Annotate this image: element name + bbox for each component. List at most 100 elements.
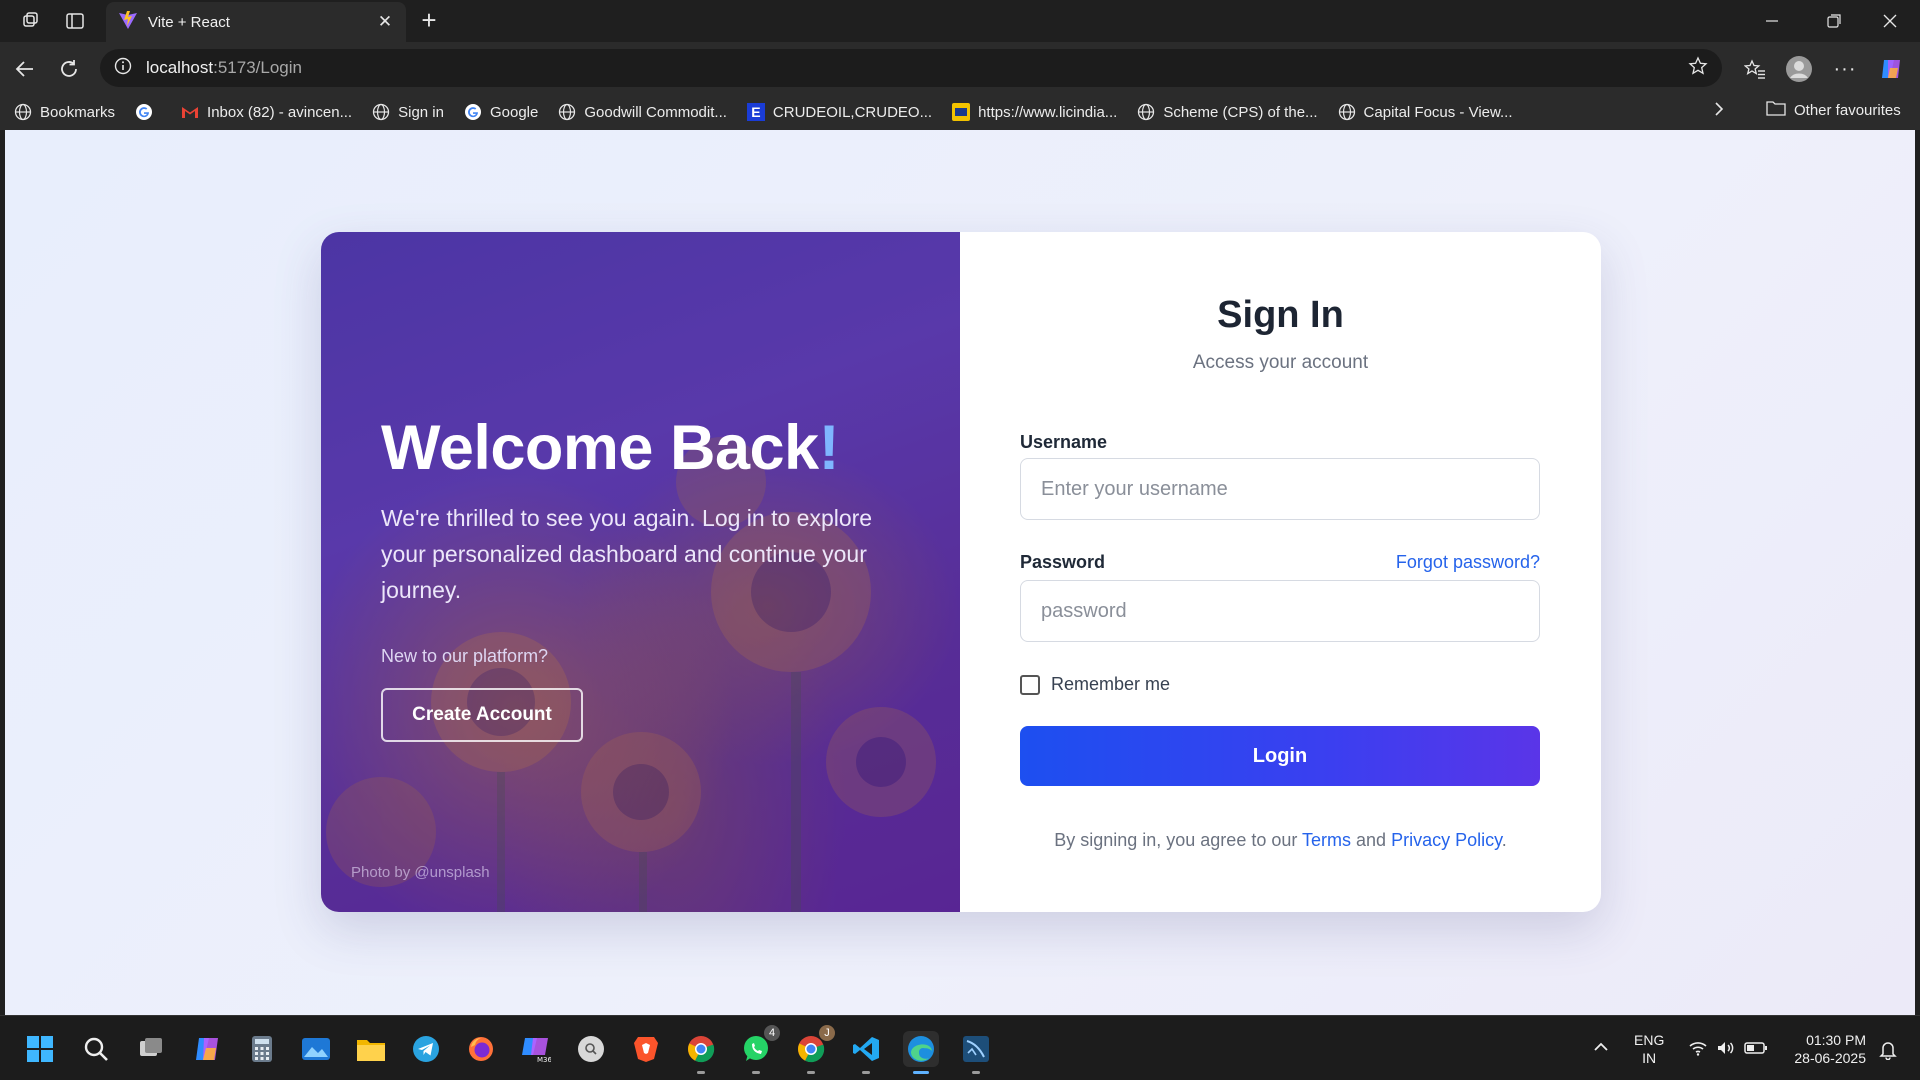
back-icon[interactable] bbox=[8, 52, 42, 86]
globe-icon bbox=[1338, 103, 1356, 121]
bookmark-bookmarks[interactable]: Bookmarks bbox=[14, 103, 115, 121]
browser-titlebar: Vite + React ✕ + bbox=[0, 0, 1920, 42]
vertical-tabs-icon[interactable] bbox=[62, 8, 88, 34]
remember-me-checkbox[interactable] bbox=[1020, 674, 1040, 695]
username-input[interactable] bbox=[1020, 458, 1540, 520]
login-button[interactable]: Login bbox=[1020, 726, 1540, 786]
bookmark-label: Sign in bbox=[398, 103, 444, 121]
photos-icon[interactable] bbox=[298, 1031, 334, 1067]
start-icon[interactable] bbox=[22, 1031, 58, 1067]
running-indicator bbox=[862, 1071, 870, 1074]
username-label: Username bbox=[1020, 432, 1108, 452]
privacy-policy-link[interactable]: Privacy Policy bbox=[1391, 830, 1502, 850]
profile-avatar-icon[interactable] bbox=[1782, 52, 1816, 86]
gmail-icon bbox=[181, 103, 199, 121]
bookmark-crudeoil[interactable]: E CRUDEOIL,CRUDEO... bbox=[746, 103, 933, 121]
browser-toolbar: localhost:5173/Login ··· bbox=[0, 42, 1920, 94]
file-explorer-icon[interactable] bbox=[353, 1031, 389, 1067]
forgot-password-link[interactable]: Forgot password? bbox=[1396, 552, 1540, 573]
m365-icon[interactable]: M365 bbox=[518, 1031, 554, 1067]
bookmark-label: Bookmarks bbox=[40, 103, 116, 121]
more-options-icon[interactable]: ··· bbox=[1828, 52, 1862, 86]
bookmark-label: CRUDEOIL,CRUDEO... bbox=[772, 103, 933, 121]
chevron-up-icon[interactable] bbox=[1592, 1040, 1610, 1059]
vscode-icon[interactable] bbox=[848, 1031, 884, 1074]
terms-notice: By signing in, you agree to our Terms an… bbox=[960, 830, 1601, 851]
bookmark-gmail-inbox[interactable]: Inbox (82) - avincen... bbox=[181, 103, 352, 121]
volume-icon[interactable] bbox=[1716, 1040, 1736, 1061]
hero-description: We're thrilled to see you again. Log in … bbox=[381, 505, 873, 603]
bookmark-label: https://www.licindia... bbox=[978, 103, 1118, 121]
task-view-icon[interactable] bbox=[134, 1031, 170, 1067]
search-app-icon[interactable] bbox=[573, 1031, 609, 1067]
url-path: :5173/Login bbox=[213, 58, 302, 77]
terms-link[interactable]: Terms bbox=[1302, 830, 1351, 850]
terms-prefix: By signing in, you agree to our bbox=[1054, 830, 1303, 850]
telegram-icon[interactable] bbox=[408, 1031, 444, 1067]
notification-icon[interactable] bbox=[1878, 1040, 1898, 1065]
new-tab-button[interactable]: + bbox=[414, 6, 444, 36]
chevron-right-icon[interactable] bbox=[1712, 100, 1726, 123]
battery-icon[interactable] bbox=[1744, 1040, 1768, 1061]
search-icon[interactable] bbox=[78, 1031, 114, 1067]
clock[interactable]: 01:30 PM 28-06-2025 bbox=[1786, 1031, 1866, 1067]
svg-text:M365: M365 bbox=[537, 1056, 551, 1063]
language-indicator[interactable]: ENG IN bbox=[1634, 1031, 1664, 1067]
running-indicator bbox=[697, 1071, 705, 1074]
bookmark-sign-in[interactable]: Sign in bbox=[372, 103, 444, 121]
copilot-icon[interactable] bbox=[1874, 52, 1908, 86]
hero-title: Welcome Back! bbox=[381, 413, 840, 483]
address-bar[interactable]: localhost:5173/Login bbox=[100, 49, 1722, 87]
bookmark-label: Goodwill Commodit... bbox=[584, 103, 727, 121]
password-input[interactable] bbox=[1020, 580, 1540, 642]
bookmarks-bar: Bookmarks Inbox (82) - avincen... Sign i… bbox=[0, 94, 1920, 130]
bookmark-capital-focus[interactable]: Capital Focus - View... bbox=[1338, 103, 1513, 121]
windows-taskbar: M365 4 J bbox=[0, 1015, 1920, 1080]
bookmark-google-shortcut[interactable] bbox=[135, 103, 161, 121]
workspaces-icon[interactable] bbox=[18, 8, 44, 34]
lic-icon bbox=[952, 103, 971, 121]
globe-icon bbox=[372, 103, 390, 121]
copilot-icon[interactable] bbox=[190, 1031, 226, 1067]
vite-icon bbox=[118, 10, 138, 35]
refresh-icon[interactable] bbox=[52, 52, 86, 86]
wifi-icon[interactable] bbox=[1688, 1040, 1708, 1061]
chrome-icon[interactable] bbox=[683, 1031, 719, 1074]
tab-title: Vite + React bbox=[148, 13, 230, 31]
sql-tool-icon[interactable] bbox=[958, 1031, 994, 1074]
login-card: Welcome Back! We're thrilled to see you … bbox=[321, 232, 1601, 912]
running-indicator bbox=[913, 1071, 929, 1074]
bookmark-scheme-cps[interactable]: Scheme (CPS) of the... bbox=[1137, 103, 1318, 121]
edge-icon[interactable] bbox=[903, 1031, 939, 1074]
bookmark-goodwill[interactable]: Goodwill Commodit... bbox=[558, 103, 727, 121]
close-tab-icon[interactable]: ✕ bbox=[374, 12, 396, 32]
minimize-button[interactable] bbox=[1752, 6, 1792, 36]
favorites-icon[interactable] bbox=[1738, 52, 1772, 86]
running-indicator bbox=[752, 1071, 760, 1074]
running-indicator bbox=[807, 1071, 815, 1074]
e-icon: E bbox=[746, 103, 765, 121]
favorite-star-icon[interactable] bbox=[1688, 55, 1708, 81]
remember-me-option[interactable]: Remember me bbox=[1020, 674, 1170, 695]
browser-tab-active[interactable]: Vite + React ✕ bbox=[106, 2, 406, 42]
other-favourites[interactable]: Other favourites bbox=[1766, 100, 1901, 120]
language-region: IN bbox=[1642, 1050, 1657, 1066]
close-window-button[interactable] bbox=[1870, 6, 1910, 36]
remember-me-label: Remember me bbox=[1051, 674, 1171, 694]
whatsapp-icon[interactable]: 4 bbox=[738, 1025, 780, 1074]
chrome-profile-icon[interactable]: J bbox=[793, 1025, 835, 1074]
globe-icon bbox=[14, 103, 32, 121]
create-account-button[interactable]: Create Account bbox=[381, 688, 583, 742]
bookmark-google[interactable]: Google bbox=[464, 103, 538, 121]
bookmark-licindia[interactable]: https://www.licindia... bbox=[952, 103, 1117, 121]
restore-button[interactable] bbox=[1814, 6, 1854, 36]
url-host: localhost bbox=[146, 58, 214, 77]
site-info-icon[interactable] bbox=[114, 57, 132, 80]
brave-icon[interactable] bbox=[628, 1031, 664, 1067]
firefox-icon[interactable] bbox=[463, 1031, 499, 1067]
url-text[interactable]: localhost:5173/Login bbox=[146, 58, 1688, 78]
running-indicator bbox=[972, 1071, 980, 1074]
form-subtitle: Access your account bbox=[1192, 352, 1369, 373]
calculator-icon[interactable] bbox=[244, 1031, 280, 1067]
terms-suffix: . bbox=[1501, 830, 1507, 850]
